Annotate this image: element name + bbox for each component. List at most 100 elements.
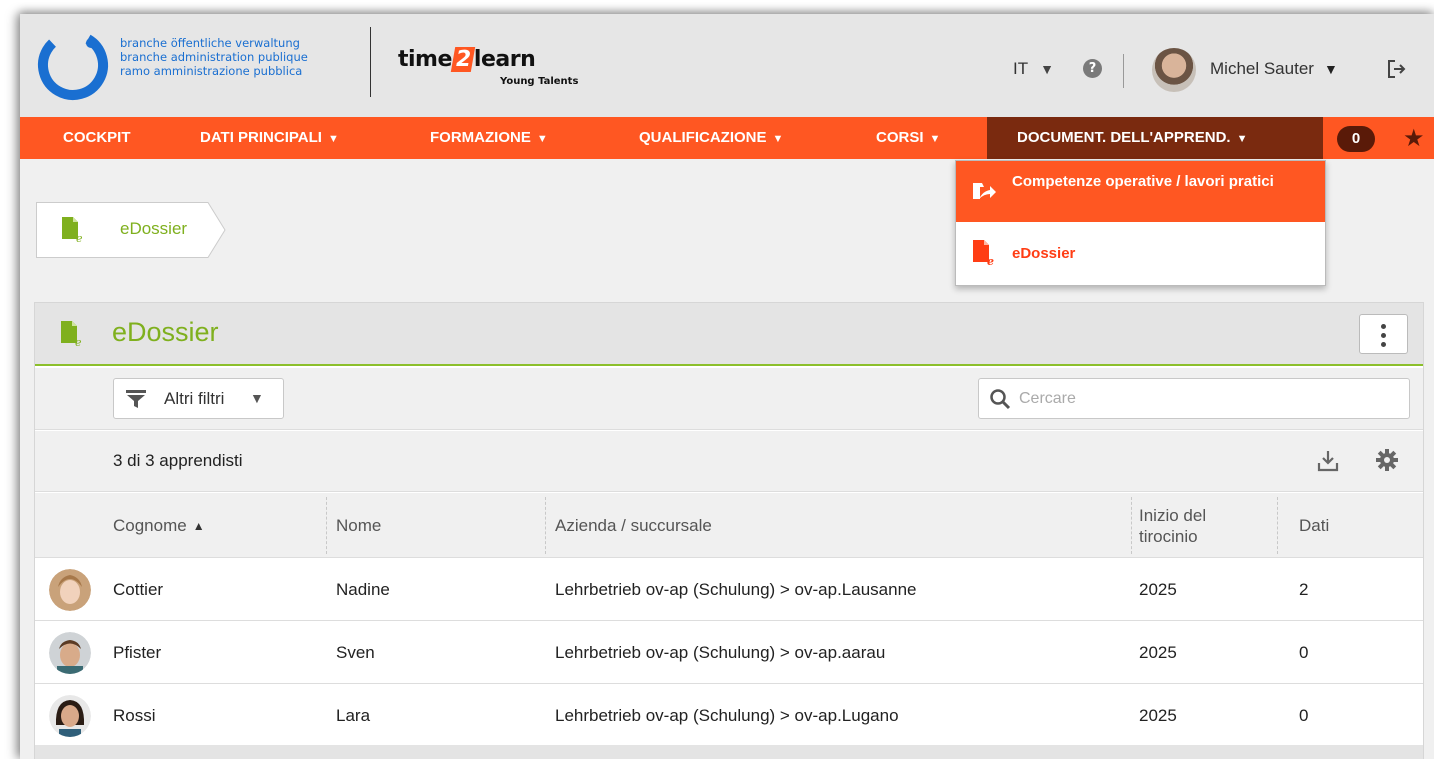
nav-item-formazione[interactable]: FORMAZIONE ▼ bbox=[430, 117, 548, 159]
column-label: Dati bbox=[1299, 515, 1330, 535]
brand-text: branche öffentliche verwaltung branche a… bbox=[120, 36, 308, 78]
breadcrumb[interactable]: e eDossier bbox=[36, 202, 226, 258]
nav-label: DOCUMENT. DELL'APPREND. bbox=[1017, 129, 1231, 146]
nav-item-document-dell-apprend[interactable]: DOCUMENT. DELL'APPREND. ▼ bbox=[987, 117, 1323, 159]
column-divider bbox=[326, 497, 327, 554]
more-options-button[interactable] bbox=[1359, 314, 1408, 354]
nav-label: CORSI bbox=[876, 129, 924, 146]
chevron-down-icon: ▼ bbox=[327, 133, 339, 145]
brand-line: branche administration publique bbox=[120, 50, 308, 64]
header-divider bbox=[1123, 54, 1124, 88]
breadcrumb-label: eDossier bbox=[120, 219, 188, 238]
cell-cognome: Cottier bbox=[113, 580, 164, 599]
language-selector[interactable]: IT ▼ bbox=[1013, 54, 1054, 84]
panel-header: e eDossier bbox=[35, 303, 1423, 366]
column-label: Cognome bbox=[113, 515, 187, 535]
nav-label: COCKPIT bbox=[63, 129, 131, 146]
menu-item-label: Competenze operative / lavori pratici bbox=[1012, 173, 1274, 190]
nav-item-corsi[interactable]: CORSI ▼ bbox=[876, 117, 940, 159]
edossier-icon: e bbox=[973, 240, 994, 266]
column-label: Azienda / succursale bbox=[555, 515, 712, 535]
user-name: Michel Sauter bbox=[1210, 59, 1314, 78]
export-icon[interactable] bbox=[1316, 449, 1340, 473]
brand-line: ramo amministrazione pubblica bbox=[120, 64, 303, 78]
search-icon bbox=[990, 389, 1011, 410]
dot bbox=[1381, 324, 1386, 329]
nav-label: DATI PRINCIPALI bbox=[200, 129, 322, 146]
gear-icon[interactable] bbox=[1375, 448, 1399, 472]
column-cognome[interactable]: Cognome ▲ bbox=[113, 493, 325, 558]
product-tagline: Young Talents bbox=[500, 76, 579, 87]
cell-dati: 2 bbox=[1299, 580, 1309, 599]
nav-label: FORMAZIONE bbox=[430, 129, 531, 146]
more-filters-button[interactable]: Altri filtri ▼ bbox=[113, 378, 284, 419]
edossier-panel: e eDossier Altri filtri ▼ Cercare 3 di 3… bbox=[34, 302, 1424, 759]
cell-nome: Lara bbox=[336, 706, 371, 725]
nav-label: QUALIFICAZIONE bbox=[639, 129, 767, 146]
product-logo[interactable]: time2learn bbox=[398, 47, 536, 72]
user-menu[interactable]: Michel Sauter ▼ bbox=[1210, 54, 1338, 84]
cell-nome: Nadine bbox=[336, 580, 390, 599]
column-divider bbox=[545, 497, 546, 554]
table-row[interactable]: Rossi Lara Lehrbetrieb ov-ap (Schulung) … bbox=[35, 685, 1423, 747]
filter-label: Altri filtri bbox=[164, 389, 225, 408]
chevron-down-icon: ▼ bbox=[772, 133, 784, 145]
avatar bbox=[49, 695, 91, 737]
avatar bbox=[49, 569, 91, 611]
brand-logo[interactable] bbox=[32, 24, 114, 106]
nav-item-qualificazione[interactable]: QUALIFICAZIONE ▼ bbox=[639, 117, 783, 159]
chevron-down-icon: ▼ bbox=[1323, 61, 1338, 77]
main-nav: COCKPIT DATI PRINCIPALI ▼ FORMAZIONE ▼ QUA… bbox=[20, 117, 1434, 159]
cell-cognome: Pfister bbox=[113, 643, 162, 662]
sort-ascending-icon: ▲ bbox=[192, 518, 205, 533]
star-icon[interactable]: ★ bbox=[1403, 125, 1425, 151]
column-divider bbox=[1131, 497, 1132, 554]
brand-line: branche öffentliche verwaltung bbox=[120, 36, 300, 50]
menu-item-competenze-operative[interactable]: Competenze operative / lavori pratici bbox=[956, 161, 1325, 222]
avatar[interactable] bbox=[1152, 48, 1196, 92]
avatar bbox=[49, 632, 91, 674]
notification-badge[interactable]: 0 bbox=[1337, 126, 1375, 152]
competence-icon bbox=[973, 183, 996, 199]
column-divider bbox=[1277, 497, 1278, 554]
column-nome[interactable]: Nome bbox=[336, 493, 536, 558]
cell-cognome: Rossi bbox=[113, 706, 156, 725]
column-label: Nome bbox=[336, 515, 382, 535]
nav-item-dati-principali[interactable]: DATI PRINCIPALI ▼ bbox=[200, 117, 339, 159]
nav-item-cockpit[interactable]: COCKPIT bbox=[63, 117, 131, 159]
dot bbox=[1381, 333, 1386, 338]
filter-icon bbox=[126, 390, 146, 408]
column-inizio[interactable]: Inizio del tirocinio bbox=[1139, 493, 1239, 558]
menu-item-edossier[interactable]: e eDossier bbox=[956, 222, 1325, 285]
help-icon[interactable]: ? bbox=[1083, 59, 1102, 78]
table-row[interactable]: Cottier Nadine Lehrbetrieb ov-ap (Schulu… bbox=[35, 559, 1423, 621]
panel-footer bbox=[35, 745, 1423, 759]
column-dati[interactable]: Dati bbox=[1299, 493, 1399, 558]
page-title: eDossier bbox=[112, 317, 219, 347]
svg-text:e: e bbox=[75, 336, 82, 347]
table-header: Cognome ▲ Nome Azienda / succursale Inizi… bbox=[35, 493, 1423, 558]
cell-azienda: Lehrbetrieb ov-ap (Schulung) > ov-ap.Lau… bbox=[555, 580, 917, 599]
cell-azienda: Lehrbetrieb ov-ap (Schulung) > ov-ap.Lug… bbox=[555, 706, 899, 725]
chevron-down-icon: ▼ bbox=[250, 390, 264, 406]
chevron-down-icon: ▼ bbox=[1040, 61, 1054, 77]
column-azienda[interactable]: Azienda / succursale bbox=[555, 493, 1115, 558]
brand-divider bbox=[370, 27, 371, 97]
product-name-pre: time bbox=[398, 47, 452, 72]
table-row[interactable]: Pfister Sven Lehrbetrieb ov-ap (Schulung… bbox=[35, 622, 1423, 684]
svg-text:e: e bbox=[76, 232, 83, 243]
edossier-icon: e bbox=[61, 321, 82, 347]
dot bbox=[1381, 342, 1386, 347]
filter-bar: Altri filtri ▼ bbox=[35, 368, 1423, 430]
chevron-down-icon: ▼ bbox=[536, 133, 548, 145]
cell-inizio: 2025 bbox=[1139, 706, 1177, 725]
cell-nome: Sven bbox=[336, 643, 375, 662]
search-input[interactable] bbox=[1019, 384, 1399, 414]
cell-inizio: 2025 bbox=[1139, 580, 1177, 599]
search-box[interactable] bbox=[978, 378, 1410, 419]
logout-icon[interactable] bbox=[1386, 58, 1408, 80]
chevron-down-icon: ▼ bbox=[929, 133, 941, 145]
product-name-post: learn bbox=[473, 47, 536, 72]
menu-item-label: eDossier bbox=[1012, 245, 1076, 262]
cell-azienda: Lehrbetrieb ov-ap (Schulung) > ov-ap.aar… bbox=[555, 643, 886, 662]
